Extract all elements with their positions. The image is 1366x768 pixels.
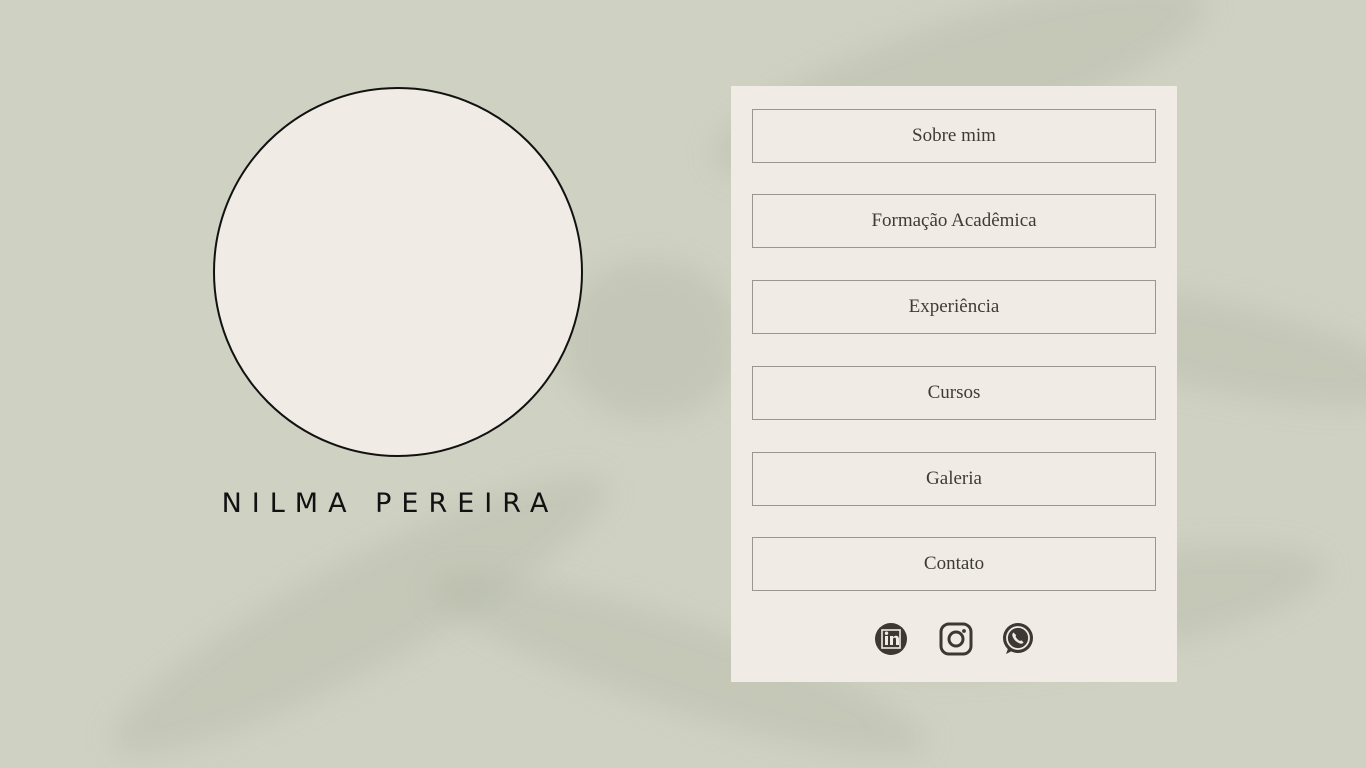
- menu-button-sobre-mim[interactable]: Sobre mim: [752, 109, 1156, 163]
- social-links: [731, 621, 1177, 657]
- profile-name: NILMA PEREIRA: [221, 488, 559, 519]
- menu-button-cursos[interactable]: Cursos: [752, 366, 1156, 420]
- instagram-icon[interactable]: [938, 621, 974, 657]
- whatsapp-icon[interactable]: [1000, 621, 1036, 657]
- linkedin-icon[interactable]: [873, 621, 909, 657]
- menu-button-experiencia[interactable]: Experiência: [752, 280, 1156, 334]
- profile-photo: [213, 87, 583, 457]
- menu-button-contato[interactable]: Contato: [752, 537, 1156, 591]
- menu-button-galeria[interactable]: Galeria: [752, 452, 1156, 506]
- navigation-panel: Sobre mim Formação Acadêmica Experiência…: [731, 86, 1177, 682]
- menu-button-formacao-academica[interactable]: Formação Acadêmica: [752, 194, 1156, 248]
